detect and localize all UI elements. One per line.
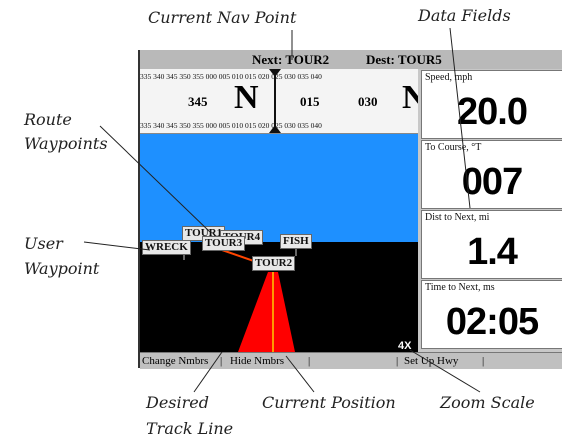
- field-to-course[interactable]: To Course, °T 007: [421, 140, 562, 209]
- softkey-divider-2: |: [308, 355, 311, 367]
- heading-030: 030: [358, 94, 378, 109]
- softkey-divider-1: |: [220, 355, 223, 367]
- cardinal-north: N: [234, 79, 259, 116]
- callout-route-waypoints-line1: Route: [24, 110, 72, 129]
- zoom-scale: 4X: [398, 340, 412, 352]
- field-time-to-next-label: Time to Next, ms: [425, 282, 495, 293]
- callout-zoom-scale: Zoom Scale: [440, 393, 535, 412]
- softkey-hide-nmbrs[interactable]: Hide Nmbrs: [230, 355, 284, 367]
- compass-ticks-top: 335 340 345 350 355 000 005 010 015 020 …: [140, 72, 322, 81]
- callout-data-fields: Data Fields: [418, 6, 511, 25]
- softkey-change-nmbrs[interactable]: Change Nmbrs: [142, 355, 208, 367]
- compass-tape: 335 340 345 350 355 000 005 010 015 020 …: [140, 69, 418, 134]
- callout-desired-track-line2: Track Line: [146, 419, 234, 438]
- cardinal-north-2: N: [402, 81, 418, 115]
- softkey-set-up-hwy[interactable]: Set Up Hwy: [404, 355, 458, 367]
- highway-view: TOUR1 TOUR4 TOUR3 WRECK FISH TOUR2: [140, 134, 418, 352]
- lubber-line: [274, 69, 276, 133]
- field-time-to-next[interactable]: Time to Next, ms 02:05: [421, 280, 562, 349]
- callout-current-position: Current Position: [262, 393, 396, 412]
- gps-screen: Next: TOUR2 Dest: TOUR5 335 340 345 350 …: [138, 50, 562, 369]
- nav-header: Next: TOUR2 Dest: TOUR5: [140, 50, 562, 70]
- softkey-bar: Change Nmbrs | Hide Nmbrs | | Set Up Hwy…: [140, 352, 562, 369]
- compass-ticks-bottom: 335 340 345 350 355 000 005 010 015 020 …: [140, 121, 322, 130]
- field-speed-label: Speed, mph: [425, 72, 473, 83]
- field-dist-to-next-value: 1.4: [467, 231, 518, 273]
- field-to-course-value: 007: [461, 161, 523, 203]
- field-dist-to-next[interactable]: Dist to Next, mi 1.4: [421, 210, 562, 279]
- callout-user-waypoint-line1: User: [24, 234, 63, 253]
- waypoint-fish[interactable]: FISH: [280, 234, 312, 249]
- heading-345: 345: [188, 94, 208, 109]
- destination-waypoint: Dest: TOUR5: [366, 52, 442, 67]
- field-to-course-label: To Course, °T: [425, 142, 482, 153]
- callout-route-waypoints-line2: Waypoints: [24, 134, 108, 153]
- field-dist-to-next-label: Dist to Next, mi: [425, 212, 490, 223]
- softkey-divider-3: |: [396, 355, 399, 367]
- desired-track-lane: [238, 272, 295, 352]
- heading-015: 015: [300, 94, 320, 109]
- waypoint-tour3[interactable]: TOUR3: [202, 236, 246, 251]
- lubber-marker-bottom-icon: [269, 125, 281, 133]
- callout-current-nav-point: Current Nav Point: [148, 8, 297, 27]
- callout-user-waypoint-line2: Waypoint: [24, 259, 100, 278]
- waypoint-tour2[interactable]: TOUR2: [252, 256, 296, 271]
- callout-desired-track-line1: Desired: [146, 393, 209, 412]
- lubber-marker-top-icon: [269, 69, 281, 77]
- data-fields-panel: Speed, mph 20.0 To Course, °T 007 Dist t…: [418, 69, 562, 352]
- field-speed-value: 20.0: [457, 91, 528, 133]
- softkey-divider-4: |: [482, 355, 485, 367]
- field-time-to-next-value: 02:05: [445, 301, 539, 343]
- field-speed[interactable]: Speed, mph 20.0: [421, 70, 562, 139]
- next-waypoint: Next: TOUR2: [252, 52, 330, 67]
- waypoint-wreck[interactable]: WRECK: [142, 240, 191, 255]
